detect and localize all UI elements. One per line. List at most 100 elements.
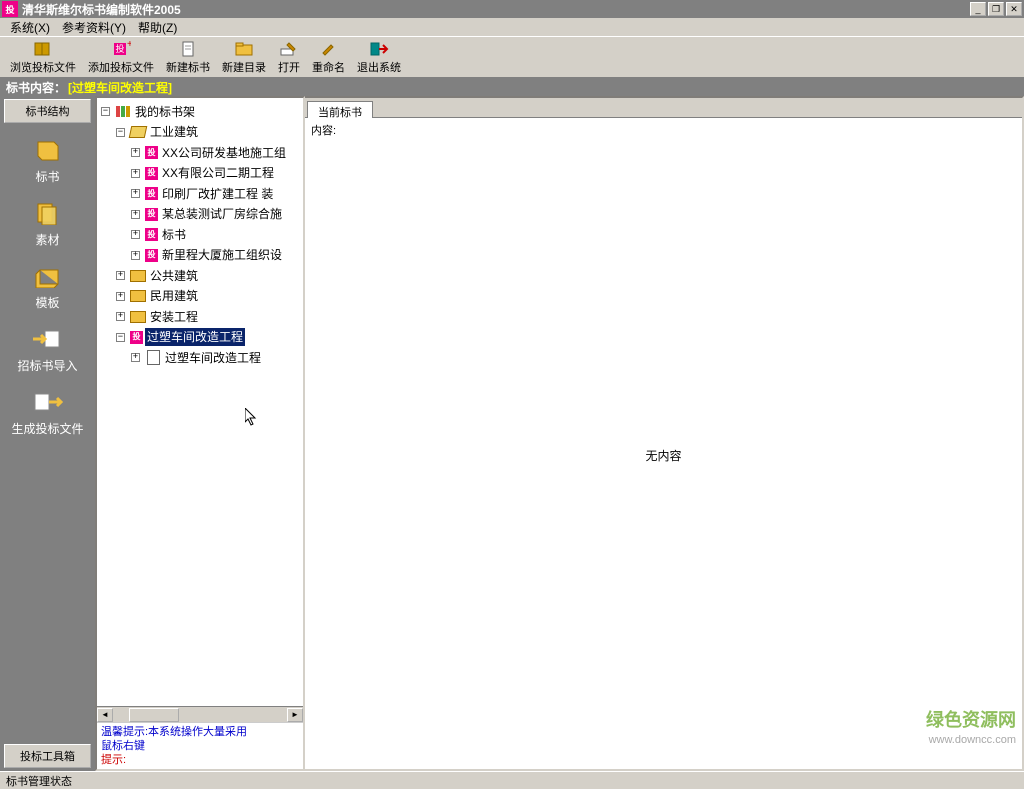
tree-hscrollbar[interactable]: ◄ ►: [97, 706, 303, 722]
template-icon: [32, 262, 64, 290]
tab-current-bid[interactable]: 当前标书: [307, 101, 373, 118]
tree-node-selected[interactable]: − 投 过塑车间改造工程: [116, 328, 245, 346]
tree-node-industrial[interactable]: − 工业建筑: [116, 123, 200, 141]
tree-pane: − 我的标书架 − 工业建筑 +投XX公司研发基地施工组: [95, 96, 305, 771]
close-button[interactable]: ✕: [1006, 2, 1022, 16]
tree-item[interactable]: +投新里程大厦施工组织设: [131, 246, 284, 264]
bid-add-icon: 投+: [111, 40, 131, 58]
header-prefix: 标书内容：: [6, 79, 66, 96]
expand-icon[interactable]: +: [131, 169, 140, 178]
sidebar-item-material[interactable]: 素材: [32, 199, 64, 248]
collapse-icon[interactable]: −: [116, 128, 125, 137]
svg-text:+: +: [127, 41, 131, 50]
toolbar: 浏览投标文件 投+ 添加投标文件 新建标书 新建目录 打开 重命名 退出系统: [0, 36, 1024, 78]
tree-view[interactable]: − 我的标书架 − 工业建筑 +投XX公司研发基地施工组: [97, 98, 303, 706]
app-icon: 投: [2, 1, 18, 17]
sidebar-tab-toolbox[interactable]: 投标工具箱: [4, 744, 91, 768]
tool-exit[interactable]: 退出系统: [351, 38, 407, 77]
collapse-icon[interactable]: −: [101, 107, 110, 116]
bid-doc-icon: 投: [145, 208, 158, 221]
sidebar-item-tender-import[interactable]: 招标书导入: [17, 325, 77, 374]
expand-icon[interactable]: +: [131, 230, 140, 239]
bid-doc-icon: 投: [130, 331, 143, 344]
header-project: [过塑车间改造工程]: [68, 79, 172, 96]
sidebar-item-template[interactable]: 模板: [32, 262, 64, 311]
collapse-icon[interactable]: −: [116, 333, 125, 342]
folder-icon: [234, 40, 254, 58]
folder-icon: [130, 269, 146, 282]
exit-icon: [369, 40, 389, 58]
tree-node-public[interactable]: +公共建筑: [116, 267, 200, 285]
bid-doc-icon: 投: [145, 228, 158, 241]
left-sidebar: 标书结构 标书 素材 模板 招标书导入 生成投标文件 投标工具: [0, 96, 95, 771]
tool-add-bid-file[interactable]: 投+ 添加投标文件: [82, 38, 160, 77]
bid-doc-icon: 投: [145, 146, 158, 159]
minimize-button[interactable]: _: [970, 2, 986, 16]
tool-new-dir[interactable]: 新建目录: [216, 38, 272, 77]
pencil-write-icon: [279, 40, 299, 58]
bid-doc-icon: 投: [145, 249, 158, 262]
content-empty-text: 无内容: [305, 142, 1022, 769]
tree-node-civil[interactable]: +民用建筑: [116, 287, 200, 305]
hint-line-1: 温馨提示:本系统操作大量采用: [101, 725, 299, 739]
content-label: 内容:: [305, 118, 1022, 142]
bid-doc-icon: 投: [145, 187, 158, 200]
tree-item[interactable]: +投某总装测试厂房综合施: [131, 205, 284, 223]
status-bar: 标书管理状态: [0, 771, 1024, 789]
expand-icon[interactable]: +: [131, 189, 140, 198]
window-title: 清华斯维尔标书编制软件2005: [22, 1, 968, 18]
scroll-left-icon[interactable]: ◄: [97, 708, 113, 722]
tree-item[interactable]: +过塑车间改造工程: [131, 349, 263, 367]
expand-icon[interactable]: +: [116, 312, 125, 321]
book-icon: [33, 40, 53, 58]
sidebar-item-bid[interactable]: 标书: [32, 136, 64, 185]
content-tabs: 当前标书: [305, 98, 1022, 118]
menu-system[interactable]: 系统(X): [4, 17, 56, 38]
tool-new-bid[interactable]: 新建标书: [160, 38, 216, 77]
tree-node-install[interactable]: +安装工程: [116, 308, 200, 326]
scroll-thumb[interactable]: [129, 708, 179, 722]
material-icon: [32, 199, 64, 227]
folder-open-icon: [130, 126, 146, 139]
tree-root[interactable]: − 我的标书架: [101, 103, 197, 121]
tool-open[interactable]: 打开: [272, 38, 306, 77]
expand-icon[interactable]: +: [131, 353, 140, 362]
tree-item[interactable]: +投XX有限公司二期工程: [131, 164, 276, 182]
expand-icon[interactable]: +: [131, 210, 140, 219]
hint-line-3: 提示:: [101, 753, 299, 767]
folder-icon: [130, 310, 146, 323]
main-area: 标书结构 标书 素材 模板 招标书导入 生成投标文件 投标工具: [0, 96, 1024, 771]
bookshelf-icon: [115, 105, 131, 118]
tree-item[interactable]: +投XX公司研发基地施工组: [131, 144, 288, 162]
content-pane: 当前标书 内容: 无内容: [305, 96, 1024, 771]
tool-rename[interactable]: 重命名: [306, 38, 351, 77]
sidebar-item-generate[interactable]: 生成投标文件: [11, 388, 83, 437]
tree-item[interactable]: +投标书: [131, 226, 188, 244]
status-text: 标书管理状态: [6, 773, 72, 789]
expand-icon[interactable]: +: [116, 271, 125, 280]
hint-line-2: 鼠标右键: [101, 739, 299, 753]
title-bar: 投 清华斯维尔标书编制软件2005 _ ❐ ✕: [0, 0, 1024, 18]
expand-icon[interactable]: +: [131, 251, 140, 260]
maximize-button[interactable]: ❐: [988, 2, 1004, 16]
generate-icon: [31, 388, 63, 416]
hint-box: 温馨提示:本系统操作大量采用 鼠标右键 提示:: [97, 722, 303, 769]
folder-icon: [130, 290, 146, 303]
doc-icon: [178, 40, 198, 58]
menu-reference[interactable]: 参考资料(Y): [56, 17, 132, 38]
expand-icon[interactable]: +: [131, 148, 140, 157]
cursor-icon: [245, 408, 259, 428]
bid-doc-icon: 投: [145, 167, 158, 180]
import-icon: [31, 325, 63, 353]
menu-help[interactable]: 帮助(Z): [132, 17, 183, 38]
tree-item[interactable]: +投印刷厂改扩建工程 装: [131, 185, 275, 203]
content-header: 标书内容： [过塑车间改造工程]: [0, 78, 1024, 96]
tool-browse-bid-file[interactable]: 浏览投标文件: [4, 38, 82, 77]
scroll-right-icon[interactable]: ►: [287, 708, 303, 722]
bid-icon: [32, 136, 64, 164]
sidebar-tab-structure[interactable]: 标书结构: [4, 99, 91, 123]
expand-icon[interactable]: +: [116, 292, 125, 301]
svg-text:投: 投: [115, 43, 124, 54]
watermark: 绿色资源网 www.downcc.com: [926, 710, 1016, 750]
document-icon: [145, 351, 161, 364]
